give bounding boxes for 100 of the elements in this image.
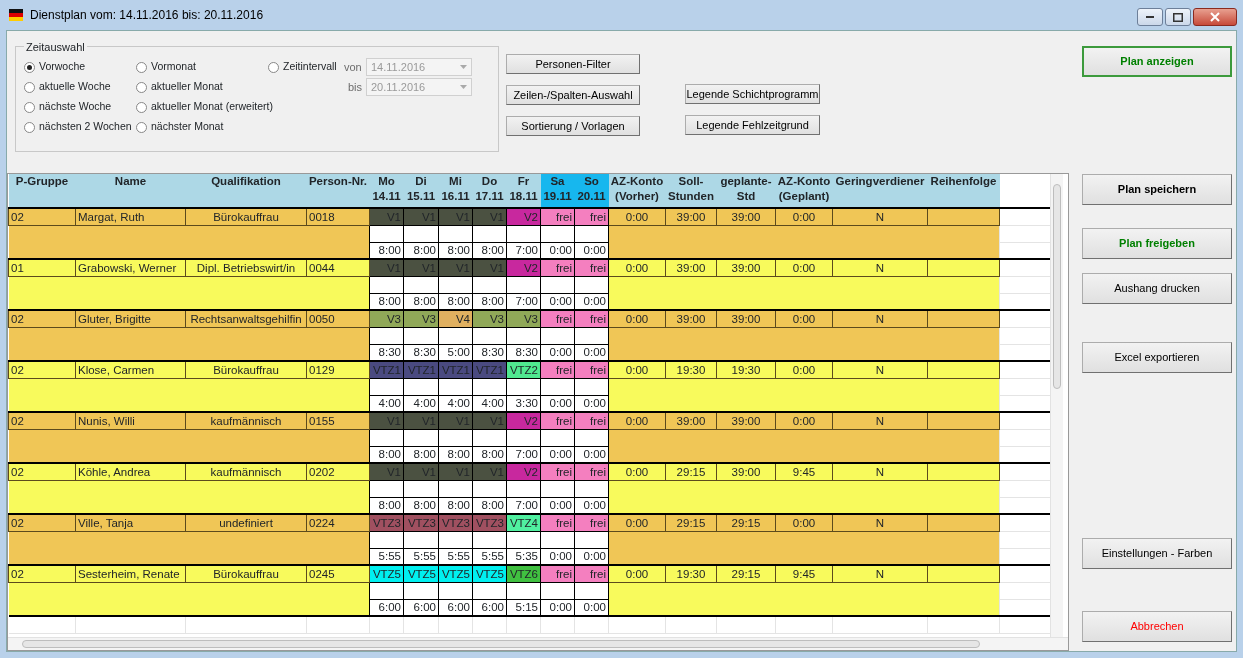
table-cell: 19:30 bbox=[716, 361, 776, 378]
table-cell: 0:00 bbox=[608, 412, 666, 429]
table-cell: 39:00 bbox=[716, 463, 776, 480]
radio-option[interactable]: nächster Monat bbox=[136, 119, 224, 135]
close-button[interactable] bbox=[1193, 8, 1237, 26]
table-cell: 39:00 bbox=[665, 259, 717, 276]
action-button[interactable]: Aushang drucken bbox=[1082, 273, 1232, 304]
shift-cell: VTZ5 bbox=[369, 565, 404, 582]
radio-option[interactable]: Vorwoche bbox=[24, 59, 86, 75]
filter-button[interactable]: Zeilen-/Spalten-Auswahl bbox=[506, 85, 640, 105]
shift-cell: VTZ5 bbox=[438, 565, 473, 582]
table-cell: 02 bbox=[8, 208, 76, 225]
action-button[interactable]: Excel exportieren bbox=[1082, 342, 1232, 373]
table-cell: 0:00 bbox=[775, 259, 833, 276]
shift-cell: V3 bbox=[506, 310, 541, 327]
filter-button[interactable]: Sortierung / Vorlagen bbox=[506, 116, 640, 136]
table-cell: 39:00 bbox=[716, 310, 776, 327]
radio-button[interactable] bbox=[24, 81, 35, 93]
table-cell: Gluter, Brigitte bbox=[75, 310, 186, 327]
table-cell: 0:00 bbox=[608, 463, 666, 480]
radio-label: nächster Monat bbox=[151, 119, 224, 135]
vertical-scrollbar[interactable] bbox=[1050, 174, 1063, 637]
shift-cell: VTZ5 bbox=[472, 565, 507, 582]
table-cell: 39:00 bbox=[665, 310, 717, 327]
legend-button[interactable]: Legende Schichtprogramm bbox=[685, 84, 820, 104]
radio-button[interactable] bbox=[24, 101, 35, 113]
shift-cell: V4 bbox=[438, 310, 473, 327]
radio-button[interactable] bbox=[268, 61, 279, 73]
legend-button[interactable]: Legende Fehlzeitgrund bbox=[685, 115, 820, 135]
close-icon bbox=[1210, 12, 1220, 22]
radio-button[interactable] bbox=[24, 61, 35, 73]
minimize-button[interactable] bbox=[1137, 8, 1163, 26]
shift-cell: frei bbox=[540, 463, 575, 480]
table-cell: 0:00 bbox=[608, 361, 666, 378]
radio-option[interactable]: nächste Woche bbox=[24, 99, 112, 115]
radio-option[interactable]: Zeitintervall bbox=[268, 59, 337, 75]
filter-button[interactable]: Personen-Filter bbox=[506, 54, 640, 74]
column-header: Person-Nr. bbox=[306, 174, 370, 208]
shift-cell: frei bbox=[574, 259, 609, 276]
table-cell: 0:00 bbox=[775, 208, 833, 225]
table-cell: 39:00 bbox=[716, 259, 776, 276]
radio-label: Vorwoche bbox=[39, 59, 86, 75]
table-cell: N bbox=[832, 208, 928, 225]
table-cell: 9:45 bbox=[775, 463, 833, 480]
shift-cell: frei bbox=[540, 565, 575, 582]
horizontal-scrollbar[interactable] bbox=[8, 637, 1068, 650]
shift-cell: VTZ1 bbox=[403, 361, 439, 378]
table-cell: 29:15 bbox=[665, 463, 717, 480]
table-cell: Ville, Tanja bbox=[75, 514, 186, 531]
table-cell: 0202 bbox=[306, 463, 370, 480]
action-button[interactable]: Plan anzeigen bbox=[1082, 46, 1232, 77]
action-button[interactable]: Plan freigeben bbox=[1082, 228, 1232, 259]
radio-button[interactable] bbox=[24, 121, 35, 133]
shift-cell: V3 bbox=[472, 310, 507, 327]
table-cell: 0129 bbox=[306, 361, 370, 378]
table-cell: 0224 bbox=[306, 514, 370, 531]
shift-cell: V2 bbox=[506, 259, 541, 276]
minimize-icon bbox=[1146, 16, 1154, 18]
shift-cell: frei bbox=[574, 208, 609, 225]
shift-cell: VTZ1 bbox=[369, 361, 404, 378]
radio-option[interactable]: Vormonat bbox=[136, 59, 196, 75]
table-cell: 29:15 bbox=[716, 514, 776, 531]
table-cell: 02 bbox=[8, 514, 76, 531]
day-name: Do bbox=[480, 174, 499, 189]
table-cell: 0:00 bbox=[608, 259, 666, 276]
table-cell: 0:00 bbox=[775, 412, 833, 429]
radio-button[interactable] bbox=[136, 61, 147, 73]
radio-label: Vormonat bbox=[151, 59, 196, 75]
column-header: Soll-Stunden bbox=[665, 174, 717, 208]
action-button[interactable]: Einstellungen - Farben bbox=[1082, 538, 1232, 569]
day-date: 17.11 bbox=[474, 189, 505, 204]
table-cell: N bbox=[832, 463, 928, 480]
radio-button[interactable] bbox=[136, 101, 147, 113]
table-cell: 02 bbox=[8, 412, 76, 429]
day-name: Sa bbox=[549, 174, 566, 189]
table-cell: kaufmännisch bbox=[185, 463, 307, 480]
shift-cell: frei bbox=[574, 463, 609, 480]
radio-option[interactable]: aktuelle Woche bbox=[24, 79, 111, 95]
radio-button[interactable] bbox=[136, 81, 147, 93]
shift-cell: VTZ3 bbox=[472, 514, 507, 531]
table-cell: N bbox=[832, 259, 928, 276]
day-date: 15.11 bbox=[405, 189, 437, 204]
column-header: Name bbox=[75, 174, 186, 208]
table-cell: 0:00 bbox=[775, 514, 833, 531]
radio-label: Zeitintervall bbox=[283, 59, 337, 75]
radio-label: aktuelle Woche bbox=[39, 79, 111, 95]
table-cell: Rechtsanwaltsgehilfin bbox=[185, 310, 307, 327]
maximize-button[interactable] bbox=[1165, 8, 1191, 26]
table-cell: 0155 bbox=[306, 412, 370, 429]
radio-button[interactable] bbox=[136, 121, 147, 133]
table-cell: Nunis, Willi bbox=[75, 412, 186, 429]
day-name: Mo bbox=[377, 174, 396, 189]
maximize-icon bbox=[1173, 12, 1183, 22]
table-cell: 39:00 bbox=[665, 412, 717, 429]
action-button[interactable]: Plan speichern bbox=[1082, 174, 1232, 205]
radio-option[interactable]: aktueller Monat bbox=[136, 79, 223, 95]
table-cell: Bürokauffrau bbox=[185, 208, 307, 225]
table-cell: 39:00 bbox=[716, 208, 776, 225]
shift-cell: frei bbox=[574, 412, 609, 429]
day-date: 14.11 bbox=[371, 189, 402, 204]
